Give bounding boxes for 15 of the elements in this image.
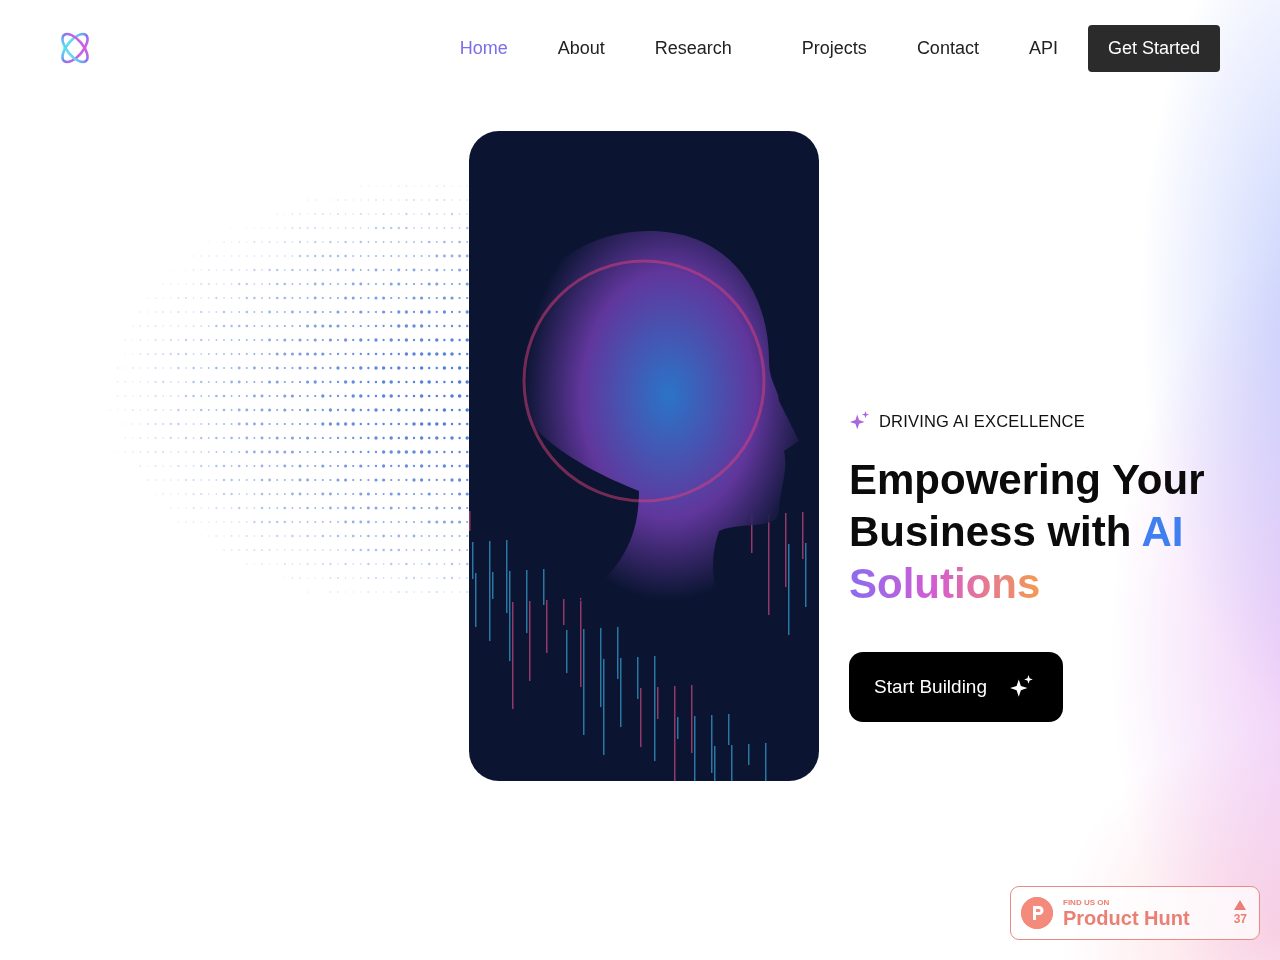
vote-count: 37 [1233, 912, 1247, 926]
nav-link[interactable]: API [1003, 31, 1083, 65]
nav-link[interactable]: Projects [776, 31, 892, 65]
nav-link[interactable]: Home [434, 31, 533, 65]
eyebrow-text: DRIVING AI EXCELLENCE [879, 411, 1085, 431]
badge-caption: FIND US ON [1063, 897, 1111, 907]
nav-link[interactable]: About [532, 31, 630, 65]
get-started-button[interactable]: Get Started [1087, 24, 1220, 72]
badge-title: Product Hunt [1063, 906, 1191, 929]
nav-link[interactable]: Contact [891, 31, 1004, 65]
start-building-button[interactable]: Start Building [849, 652, 1063, 722]
product-hunt-logo-icon [1021, 897, 1053, 929]
upvote-icon [1234, 900, 1247, 910]
hero-heading: Empowering Your Business with AI Solutions [849, 455, 1206, 609]
nav-link[interactable]: Research [629, 31, 757, 65]
